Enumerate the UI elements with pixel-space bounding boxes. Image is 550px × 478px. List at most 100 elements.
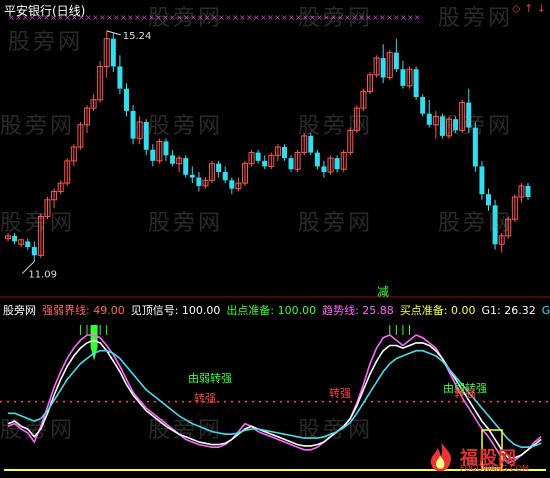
candle-body bbox=[143, 122, 149, 150]
candle-body bbox=[222, 172, 228, 181]
candle-body bbox=[255, 152, 261, 161]
cross-marker: × bbox=[344, 13, 351, 22]
logo-subtext: FUGUWANG.COM bbox=[460, 464, 529, 473]
cross-marker: × bbox=[106, 13, 113, 22]
cross-marker: × bbox=[85, 13, 92, 22]
signal-label: 转强 bbox=[194, 391, 216, 405]
candle-body bbox=[380, 58, 386, 78]
indicator-legend: 股旁网 强弱界线: 49.00 见顶信号: 100.00 出点准备: 100.00 趋势… bbox=[3, 302, 550, 318]
cross-marker: × bbox=[288, 13, 295, 22]
cross-marker: × bbox=[162, 13, 169, 22]
cross-marker: × bbox=[330, 13, 337, 22]
cross-marker: × bbox=[379, 13, 386, 22]
candle-body bbox=[117, 66, 123, 89]
cross-marker: × bbox=[400, 13, 407, 22]
cross-marker: × bbox=[267, 13, 274, 22]
cross-marker: × bbox=[211, 13, 218, 22]
candle-body bbox=[25, 241, 31, 247]
legend-item: 买点准备: 0.00 bbox=[399, 304, 476, 317]
cross-marker: × bbox=[148, 13, 155, 22]
signal-label: 转强 bbox=[454, 386, 476, 400]
cross-marker: × bbox=[232, 13, 239, 22]
candle-body bbox=[31, 247, 37, 256]
candle-body bbox=[479, 166, 485, 195]
cross-marker: × bbox=[197, 13, 204, 22]
candle-body bbox=[426, 113, 432, 125]
legend-item: G1: 26.32 bbox=[481, 304, 536, 317]
cross-marker: × bbox=[302, 13, 309, 22]
cross-marker: × bbox=[281, 13, 288, 22]
cross-marker: × bbox=[407, 13, 414, 22]
legend-item: G bbox=[541, 304, 550, 317]
cross-marker: × bbox=[155, 13, 162, 22]
site-logo: 福股网 FUGUWANG.COM bbox=[424, 440, 544, 474]
cross-marker: × bbox=[120, 13, 127, 22]
legend-item: 趋势线: 25.88 bbox=[322, 304, 394, 317]
candle-body bbox=[183, 158, 189, 175]
high-marker-label: 15.24 bbox=[123, 31, 152, 42]
cross-marker: × bbox=[295, 13, 302, 22]
candle-body bbox=[472, 127, 478, 167]
candle-body bbox=[466, 102, 472, 128]
candle-body bbox=[393, 52, 399, 70]
reduce-label: 减 bbox=[377, 285, 389, 299]
cross-marker: × bbox=[274, 13, 281, 22]
candle-body bbox=[130, 110, 136, 139]
cross-marker: × bbox=[253, 13, 260, 22]
candle-body bbox=[163, 141, 169, 156]
cross-marker: × bbox=[183, 13, 190, 22]
cross-marker: × bbox=[316, 13, 323, 22]
cross-marker: × bbox=[92, 13, 99, 22]
candle-body bbox=[262, 160, 268, 167]
candle-body bbox=[123, 88, 129, 111]
candle-body bbox=[486, 194, 492, 206]
cross-marker: × bbox=[134, 13, 141, 22]
candle-body bbox=[400, 69, 406, 86]
candle-body bbox=[308, 135, 314, 153]
price-markers: 15.24 11.09 bbox=[21, 30, 152, 280]
cross-marker: × bbox=[386, 13, 393, 22]
cross-marker: × bbox=[337, 13, 344, 22]
cross-marker: × bbox=[309, 13, 316, 22]
candle-body bbox=[196, 177, 202, 186]
cross-marker: × bbox=[358, 13, 365, 22]
cross-marker: × bbox=[190, 13, 197, 22]
candle-body bbox=[439, 116, 445, 136]
candle-body bbox=[229, 180, 235, 189]
down-arrow-icon[interactable]: ↓ bbox=[537, 2, 546, 15]
toolbar-icons[interactable]: ◇ ↑ ↓ bbox=[512, 2, 546, 15]
cross-marker: × bbox=[169, 13, 176, 22]
chart-canvas: × × × × × × × × × × × × × × × × × × × × × × × × × × × × × × × × × × × × × × × ×… bbox=[0, 13, 550, 471]
cross-marker: × bbox=[141, 13, 148, 22]
diamond-icon[interactable]: ◇ bbox=[512, 2, 520, 15]
cross-marker: × bbox=[365, 13, 372, 22]
cross-marker: × bbox=[113, 13, 120, 22]
signal-label: 转强 bbox=[329, 386, 351, 400]
candle-body bbox=[525, 185, 531, 197]
cross-marker: × bbox=[246, 13, 253, 22]
candle-body bbox=[110, 38, 116, 67]
candle-body bbox=[492, 205, 498, 245]
cross-marker: × bbox=[393, 13, 400, 22]
candle-body bbox=[150, 149, 156, 161]
up-arrow-icon[interactable]: ↑ bbox=[524, 2, 533, 15]
cross-marker: × bbox=[351, 13, 358, 22]
candle-body bbox=[288, 158, 294, 170]
cross-marker: × bbox=[372, 13, 379, 22]
candlestick-series bbox=[5, 30, 531, 262]
candle-body bbox=[314, 152, 320, 167]
cross-marker: × bbox=[218, 13, 225, 22]
cross-marker: × bbox=[99, 13, 106, 22]
candle-body bbox=[216, 163, 222, 172]
cross-marker: × bbox=[239, 13, 246, 22]
cross-marker: × bbox=[225, 13, 232, 22]
candle-body bbox=[189, 174, 195, 178]
legend-item: 强弱界线: 49.00 bbox=[42, 304, 125, 317]
candle-body bbox=[413, 69, 419, 97]
cross-marker: × bbox=[176, 13, 183, 22]
flame-icon bbox=[430, 442, 452, 472]
cross-marker: × bbox=[414, 13, 421, 22]
candle-body bbox=[334, 158, 340, 170]
cross-marker: × bbox=[127, 13, 134, 22]
candle-body bbox=[321, 166, 327, 172]
